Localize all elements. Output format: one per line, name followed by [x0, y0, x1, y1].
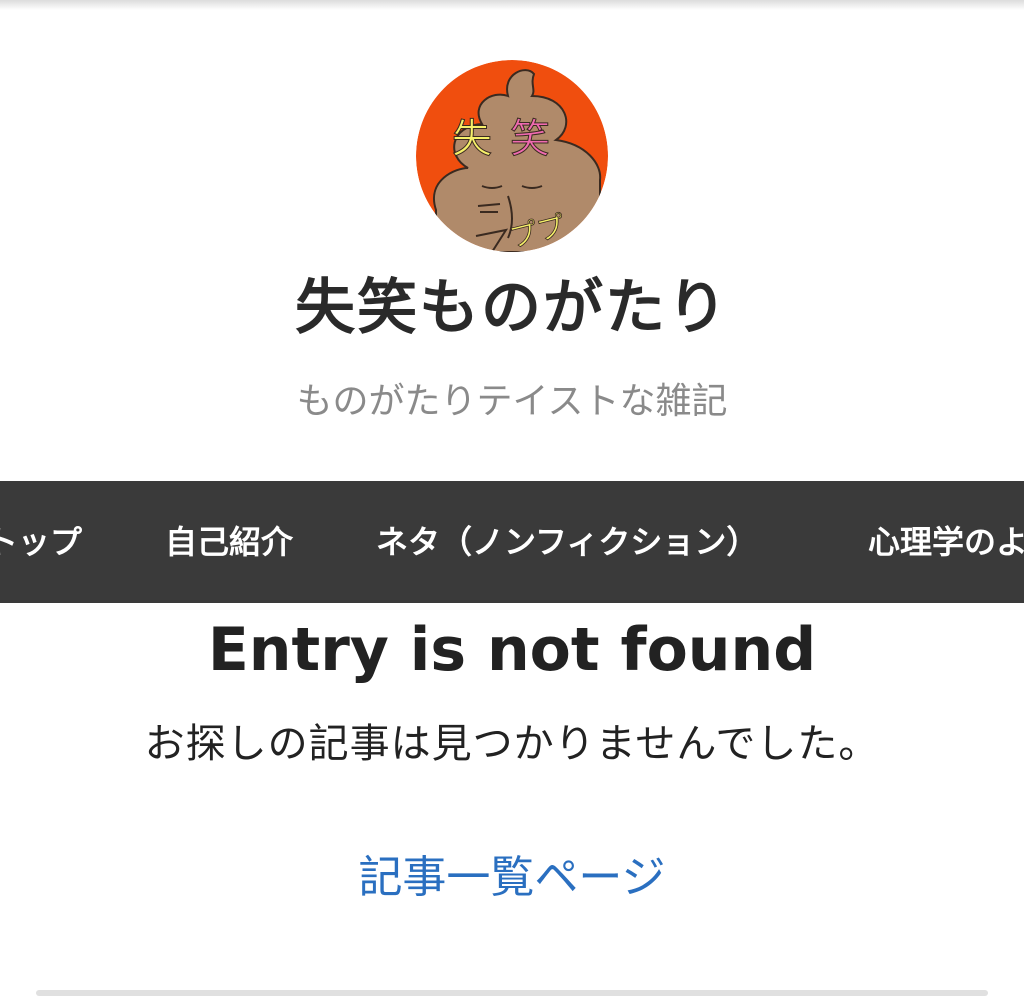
- nav-item-psychology[interactable]: 心理学のよ: [868, 481, 1024, 603]
- error-message: お探しの記事は見つかりませんでした。: [144, 721, 880, 767]
- nav-item-top[interactable]: トップ: [0, 481, 82, 603]
- global-nav: トップ 自己紹介 ネタ（ノンフィクション） 心理学のよ: [0, 481, 1024, 603]
- blog-avatar[interactable]: 失 笑 ププ: [416, 60, 608, 252]
- archive-link[interactable]: 記事一覧ページ: [0, 846, 1024, 910]
- bottom-divider: [36, 990, 988, 996]
- avatar-text-shou: 笑: [510, 116, 550, 162]
- error-title: Entry is not found: [207, 615, 817, 685]
- poop-character-icon: 失 笑 ププ: [416, 60, 608, 252]
- blog-description: ものがたりテイストな雑記: [296, 381, 728, 422]
- avatar-text-shitsu: 失: [452, 116, 492, 162]
- blog-title[interactable]: 失笑ものがたり: [0, 268, 1024, 348]
- nav-item-profile[interactable]: 自己紹介: [165, 481, 293, 603]
- nav-item-neta[interactable]: ネタ（ノンフィクション）: [376, 481, 758, 603]
- top-divider: [0, 0, 1024, 10]
